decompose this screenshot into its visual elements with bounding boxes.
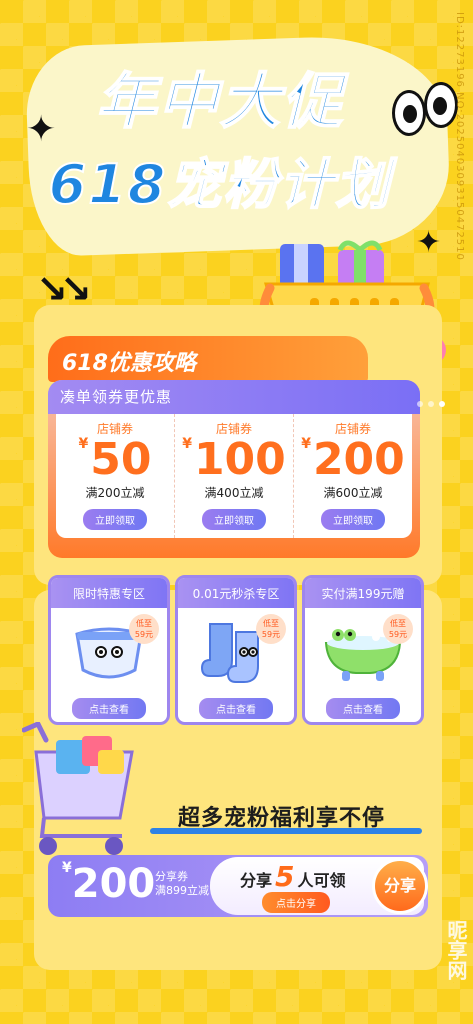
coupon-amount: ¥200 [301, 434, 405, 485]
price-badge: 低至 59元 [256, 614, 286, 644]
share-click-button[interactable]: 点击分享 [262, 892, 330, 913]
carousel-dots[interactable] [412, 392, 445, 411]
view-button[interactable]: 点击查看 [199, 698, 273, 719]
claim-coupon-button[interactable]: 立即领取 [321, 509, 385, 531]
zone-title: 实付满199元赠 [305, 578, 421, 608]
price-badge: 低至 59元 [129, 614, 159, 644]
coupon-item: 店铺券 ¥100 满400立减 立即领取 [175, 414, 294, 538]
cartoon-eye-icon [392, 90, 426, 136]
coupon-amount: ¥50 [78, 434, 152, 485]
share-button[interactable]: 分享 [372, 858, 428, 914]
zone-title: 限时特惠专区 [51, 578, 167, 608]
headline-line2: 618宠粉计划 [48, 153, 392, 216]
strategy-tag: 618优惠攻略 [48, 336, 368, 382]
zone-card-seckill[interactable]: 0.01元秒杀专区 低至 59元 点击查看 [175, 575, 297, 725]
claim-coupon-button[interactable]: 立即领取 [83, 509, 147, 531]
coupon-item: 店铺券 ¥50 满200立减 立即领取 [56, 414, 175, 538]
sparkle-icon: ✦ [26, 109, 57, 150]
double-arrow-icon: ↘↘ [36, 267, 92, 311]
view-button[interactable]: 点击查看 [72, 698, 146, 719]
watermark-brand: 昵享网 [444, 920, 468, 980]
coupon-item: 店铺券 ¥200 满600立减 立即领取 [294, 414, 412, 538]
coupon-condition: 满200立减 [85, 486, 145, 501]
share-coupon-amount: ¥200 [62, 860, 156, 907]
share-coupon-label: 分享券 满899立减 [155, 870, 209, 897]
coupon-amount: ¥100 [182, 434, 286, 485]
headline-line1: 年中大促 [95, 67, 344, 137]
coupon-condition: 满400立减 [204, 486, 264, 501]
view-button[interactable]: 点击查看 [326, 698, 400, 719]
claim-coupon-button[interactable]: 立即领取 [202, 509, 266, 531]
slogan-underline [150, 828, 422, 834]
shopping-cart-icon [22, 722, 134, 855]
zone-card-gift[interactable]: 实付满199元赠 低至 59元 点击查看 [302, 575, 424, 725]
coupon-list: 店铺券 ¥50 满200立减 立即领取 店铺券 ¥100 满400立减 立即领取… [56, 414, 412, 538]
price-badge: 低至 59元 [383, 614, 413, 644]
share-text: 分享 5 人可领 [240, 860, 346, 893]
coupon-subtitle: 凑单领券更优惠 [48, 380, 420, 414]
coupon-condition: 满600立减 [323, 486, 383, 501]
zone-title: 0.01元秒杀专区 [178, 578, 294, 608]
zone-card-flash-sale[interactable]: 限时特惠专区 低至 59元 点击查看 [48, 575, 170, 725]
watermark-id: ID:12273196 NO:20250403093150472510 [454, 12, 465, 261]
